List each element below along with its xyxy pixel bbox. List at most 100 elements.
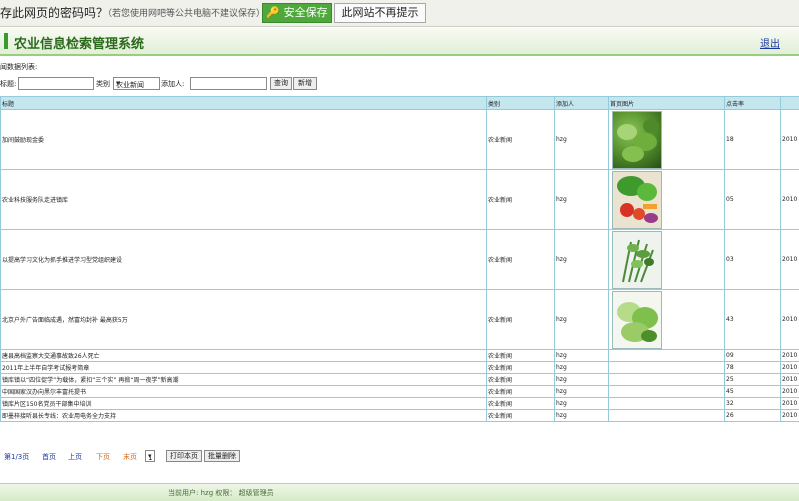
- vegetable-image[interactable]: [612, 231, 662, 289]
- table-row[interactable]: 即墨梓接听县长专线：农业用电务全力支持 农业新闻 hzg 26 2010: [1, 410, 799, 422]
- query-button[interactable]: 查询: [270, 77, 292, 90]
- app-title: 农业信息检索管理系统: [14, 33, 144, 52]
- print-page-button[interactable]: 打印本页: [166, 450, 202, 462]
- row-title[interactable]: 加间鼓励现金委: [1, 110, 487, 170]
- row-image-cell: [609, 386, 725, 398]
- page-info: 第1/3页: [4, 452, 29, 462]
- safe-save-button[interactable]: 🔑 安全保存: [262, 3, 332, 23]
- row-adder: hzg: [555, 350, 609, 362]
- row-adder: hzg: [555, 362, 609, 374]
- row-title[interactable]: 镇库镇以“四位促学”为载体，紧扣“三个实” 再掀“周一夜学”新高潮: [1, 374, 487, 386]
- never-remind-button[interactable]: 此网站不再提示: [334, 3, 426, 23]
- safe-save-label: 安全保存: [284, 6, 328, 19]
- app-title-bar: 农业信息检索管理系统 退出: [0, 28, 799, 56]
- row-image-cell: [609, 398, 725, 410]
- add-button[interactable]: 新增: [293, 77, 317, 90]
- row-title[interactable]: 以提高学习文化为抓手推进学习型党组织建设: [1, 230, 487, 290]
- row-date: 2010: [781, 110, 799, 170]
- mixed-vegetables-graphic: [613, 172, 661, 228]
- category-select[interactable]: 农业新闻 ▾: [113, 77, 160, 90]
- vegetable-image[interactable]: [612, 111, 662, 169]
- leafy-greens-graphic: [613, 112, 661, 168]
- row-clicks: 05: [725, 170, 781, 230]
- row-category: 农业新闻: [487, 386, 555, 398]
- row-title[interactable]: 唐县高档监察大交通事故致26人死亡: [1, 350, 487, 362]
- adder-input[interactable]: [190, 77, 267, 90]
- vegetable-image[interactable]: [612, 291, 662, 349]
- row-image-cell: [609, 170, 725, 230]
- table-row[interactable]: 加间鼓励现金委 农业新闻 hzg 18 2010: [1, 110, 799, 170]
- row-date: 2010: [781, 350, 799, 362]
- logout-link[interactable]: 退出: [760, 35, 780, 50]
- row-clicks: 26: [725, 410, 781, 422]
- row-adder: hzg: [555, 386, 609, 398]
- page-select-value: 1: [148, 453, 152, 463]
- row-category: 农业新闻: [487, 362, 555, 374]
- title-input[interactable]: [18, 77, 94, 90]
- table-row[interactable]: 北京户外广告面临成遇，然富均封补 最高获5万 农业新闻 hzg 43 2010: [1, 290, 799, 350]
- row-category: 农业新闻: [487, 110, 555, 170]
- next-page-link[interactable]: 下页: [96, 452, 110, 462]
- row-date: 2010: [781, 290, 799, 350]
- batch-delete-button[interactable]: 批量删除: [204, 450, 240, 462]
- adder-label: 添加人:: [161, 79, 184, 89]
- row-adder: hzg: [555, 410, 609, 422]
- first-page-link[interactable]: 首页: [42, 452, 56, 462]
- column-header-clicks[interactable]: 点击率: [725, 97, 781, 110]
- column-header-title[interactable]: 标题: [1, 97, 487, 110]
- row-image-cell: [609, 410, 725, 422]
- row-adder: hzg: [555, 230, 609, 290]
- row-image-cell: [609, 350, 725, 362]
- list-caption: 闻数据列表:: [0, 62, 37, 72]
- row-category: 农业新闻: [487, 290, 555, 350]
- row-clicks: 03: [725, 230, 781, 290]
- row-clicks: 43: [725, 290, 781, 350]
- table-row[interactable]: 镇库镇以“四位促学”为载体，紧扣“三个实” 再掀“周一夜学”新高潮 农业新闻 h…: [1, 374, 799, 386]
- herb-bundle-graphic: [613, 232, 661, 288]
- row-adder: hzg: [555, 398, 609, 410]
- row-title[interactable]: 2011年上半年自学考试报考简章: [1, 362, 487, 374]
- table-row[interactable]: 中国国家汉办向黑尔丰富托提书 农业新闻 hzg 45 2010: [1, 386, 799, 398]
- row-clicks: 78: [725, 362, 781, 374]
- column-header-date[interactable]: [781, 97, 799, 110]
- row-category: 农业新闻: [487, 398, 555, 410]
- row-title[interactable]: 镇库片区150名党员干部集中培训: [1, 398, 487, 410]
- table-row[interactable]: 唐县高档监察大交通事故致26人死亡 农业新闻 hzg 09 2010: [1, 350, 799, 362]
- row-title[interactable]: 即墨梓接听县长专线：农业用电务全力支持: [1, 410, 487, 422]
- row-clicks: 45: [725, 386, 781, 398]
- table-row[interactable]: 以提高学习文化为抓手推进学习型党组织建设 农业新闻 hzg 03 2010: [1, 230, 799, 290]
- key-icon: 🔑: [266, 6, 280, 19]
- page-select[interactable]: 1 ▾: [145, 450, 155, 462]
- table-row[interactable]: 镇库片区150名党员干部集中培训 农业新闻 hzg 32 2010: [1, 398, 799, 410]
- row-date: 2010: [781, 374, 799, 386]
- column-header-category[interactable]: 类别: [487, 97, 555, 110]
- last-page-link[interactable]: 末页: [123, 452, 137, 462]
- row-title[interactable]: 农业科技服务队走进镇库: [1, 170, 487, 230]
- password-save-question: 存此网页的密码吗？: [0, 4, 108, 21]
- row-date: 2010: [781, 170, 799, 230]
- row-date: 2010: [781, 398, 799, 410]
- row-adder: hzg: [555, 290, 609, 350]
- current-user-status: 当前用户: hzg 权限： 超级管理员: [168, 488, 274, 498]
- password-save-bar: 存此网页的密码吗？ （若您使用网吧等公共电脑不建议保存） 🔑 安全保存 此网站不…: [0, 0, 799, 27]
- title-label: 标题:: [0, 79, 16, 89]
- table-header-row: 标题 类别 添加人 首页图片 点击率: [1, 97, 799, 110]
- row-clicks: 09: [725, 350, 781, 362]
- category-label: 类别: [96, 79, 110, 89]
- prev-page-link[interactable]: 上页: [68, 452, 82, 462]
- row-category: 农业新闻: [487, 170, 555, 230]
- row-clicks: 25: [725, 374, 781, 386]
- row-title[interactable]: 北京户外广告面临成遇，然富均封补 最高获5万: [1, 290, 487, 350]
- table-row[interactable]: 农业科技服务队走进镇库 农业新闻 hzg 05 2010: [1, 170, 799, 230]
- row-date: 2010: [781, 410, 799, 422]
- row-clicks: 32: [725, 398, 781, 410]
- column-header-image[interactable]: 首页图片: [609, 97, 725, 110]
- footer-bar: 当前用户: hzg 权限： 超级管理员: [0, 483, 799, 501]
- column-header-adder[interactable]: 添加人: [555, 97, 609, 110]
- row-date: 2010: [781, 386, 799, 398]
- vegetable-image[interactable]: [612, 171, 662, 229]
- table-row[interactable]: 2011年上半年自学考试报考简章 农业新闻 hzg 78 2010: [1, 362, 799, 374]
- row-category: 农业新闻: [487, 374, 555, 386]
- row-title[interactable]: 中国国家汉办向黑尔丰富托提书: [1, 386, 487, 398]
- row-adder: hzg: [555, 110, 609, 170]
